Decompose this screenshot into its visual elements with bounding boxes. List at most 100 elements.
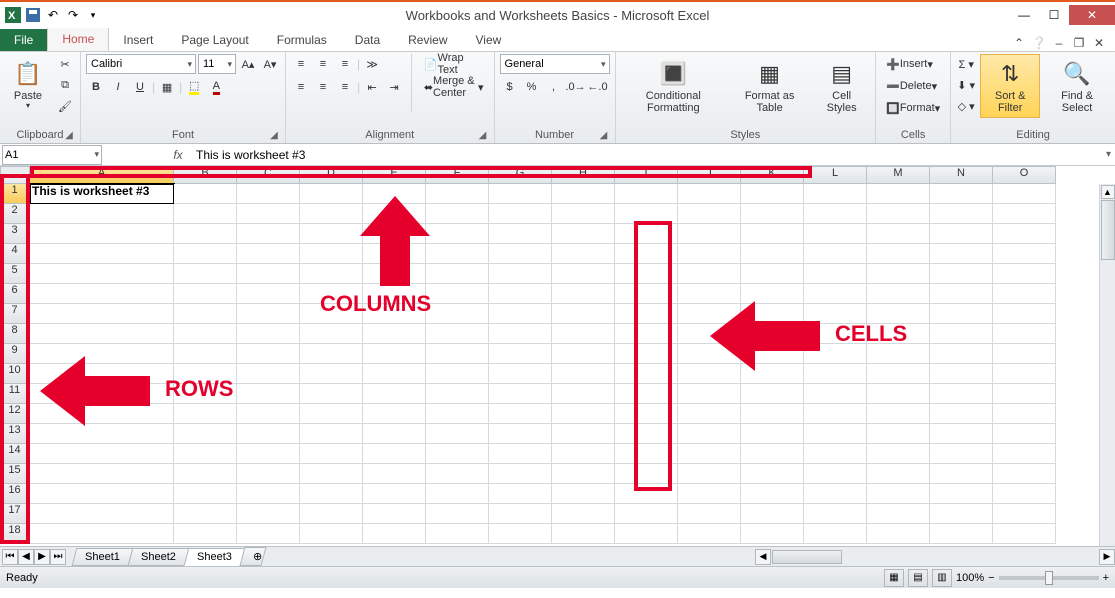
cell-M9[interactable]	[867, 344, 930, 364]
merge-center-button[interactable]: ⬌ Merge & Center ▾	[419, 77, 489, 97]
cell-M10[interactable]	[867, 364, 930, 384]
zoom-in-button[interactable]: +	[1103, 572, 1109, 584]
cell-G2[interactable]	[489, 204, 552, 224]
cell-I18[interactable]	[615, 524, 678, 544]
tab-page-layout[interactable]: Page Layout	[167, 29, 262, 51]
cell-E12[interactable]	[363, 404, 426, 424]
format-painter-button[interactable]: 🖌	[55, 96, 75, 116]
cell-I3[interactable]	[615, 224, 678, 244]
cell-C17[interactable]	[237, 504, 300, 524]
column-header-G[interactable]: G	[489, 166, 552, 184]
cell-O5[interactable]	[993, 264, 1056, 284]
cell-I1[interactable]	[615, 184, 678, 204]
cell-C2[interactable]	[237, 204, 300, 224]
align-left-button[interactable]: ≡	[291, 77, 311, 97]
cell-A15[interactable]	[30, 464, 174, 484]
column-header-E[interactable]: E	[363, 166, 426, 184]
cell-N18[interactable]	[930, 524, 993, 544]
cell-J18[interactable]	[678, 524, 741, 544]
cell-O14[interactable]	[993, 444, 1056, 464]
doc-close-icon[interactable]: ✕	[1091, 35, 1107, 51]
cell-E3[interactable]	[363, 224, 426, 244]
maximize-button[interactable]: ☐	[1039, 5, 1069, 25]
clipboard-launcher-icon[interactable]: ◢	[63, 130, 75, 142]
column-header-O[interactable]: O	[993, 166, 1056, 184]
cell-G11[interactable]	[489, 384, 552, 404]
cell-M8[interactable]	[867, 324, 930, 344]
cell-L4[interactable]	[804, 244, 867, 264]
cell-A8[interactable]	[30, 324, 174, 344]
format-as-table-button[interactable]: ▦Format as Table	[730, 54, 809, 118]
cell-B18[interactable]	[174, 524, 237, 544]
cell-H2[interactable]	[552, 204, 615, 224]
tab-review[interactable]: Review	[394, 29, 461, 51]
cell-H10[interactable]	[552, 364, 615, 384]
page-layout-view-button[interactable]: ▤	[908, 569, 928, 587]
cell-D1[interactable]	[300, 184, 363, 204]
fill-button[interactable]: ⬇ ▾	[956, 75, 976, 95]
paste-button[interactable]: 📋 Paste ▾	[5, 54, 51, 115]
cell-N1[interactable]	[930, 184, 993, 204]
cell-J11[interactable]	[678, 384, 741, 404]
cell-H7[interactable]	[552, 304, 615, 324]
cell-C7[interactable]	[237, 304, 300, 324]
cell-B5[interactable]	[174, 264, 237, 284]
doc-minimize-icon[interactable]: –	[1051, 35, 1067, 51]
cell-H13[interactable]	[552, 424, 615, 444]
cell-D3[interactable]	[300, 224, 363, 244]
cell-M2[interactable]	[867, 204, 930, 224]
cell-A14[interactable]	[30, 444, 174, 464]
decrease-indent-button[interactable]: ⇤	[362, 77, 382, 97]
cell-N7[interactable]	[930, 304, 993, 324]
cell-L11[interactable]	[804, 384, 867, 404]
column-header-J[interactable]: J	[678, 166, 741, 184]
cell-F7[interactable]	[426, 304, 489, 324]
column-header-B[interactable]: B	[174, 166, 237, 184]
cell-G1[interactable]	[489, 184, 552, 204]
cell-A12[interactable]	[30, 404, 174, 424]
cell-E18[interactable]	[363, 524, 426, 544]
cell-I4[interactable]	[615, 244, 678, 264]
cell-A17[interactable]	[30, 504, 174, 524]
cell-K16[interactable]	[741, 484, 804, 504]
select-all-corner[interactable]	[0, 166, 30, 184]
horizontal-scrollbar[interactable]: ◀ ▶	[755, 549, 1115, 565]
cell-N11[interactable]	[930, 384, 993, 404]
cell-D9[interactable]	[300, 344, 363, 364]
cell-A4[interactable]	[30, 244, 174, 264]
cell-N10[interactable]	[930, 364, 993, 384]
expand-formula-bar-icon[interactable]: ▾	[1102, 149, 1115, 160]
cell-M11[interactable]	[867, 384, 930, 404]
sheet-tab-sheet2[interactable]: Sheet2	[127, 548, 189, 566]
comma-button[interactable]: ,	[544, 77, 564, 97]
cell-B17[interactable]	[174, 504, 237, 524]
cell-B3[interactable]	[174, 224, 237, 244]
row-header-6[interactable]: 6	[0, 284, 30, 304]
cell-B1[interactable]	[174, 184, 237, 204]
row-header-17[interactable]: 17	[0, 504, 30, 524]
cell-O2[interactable]	[993, 204, 1056, 224]
cell-K8[interactable]	[741, 324, 804, 344]
row-header-9[interactable]: 9	[0, 344, 30, 364]
cell-M7[interactable]	[867, 304, 930, 324]
cell-L16[interactable]	[804, 484, 867, 504]
cell-N9[interactable]	[930, 344, 993, 364]
cell-B8[interactable]	[174, 324, 237, 344]
vertical-scrollbar[interactable]: ▲	[1099, 184, 1115, 546]
decrease-decimal-button[interactable]: ←.0	[588, 77, 608, 97]
cell-L14[interactable]	[804, 444, 867, 464]
align-top-button[interactable]: ≡	[291, 54, 311, 74]
increase-decimal-button[interactable]: .0→	[566, 77, 586, 97]
column-header-H[interactable]: H	[552, 166, 615, 184]
sheet-tab-sheet1[interactable]: Sheet1	[72, 548, 134, 566]
close-button[interactable]: ✕	[1069, 5, 1115, 25]
cell-G18[interactable]	[489, 524, 552, 544]
row-header-1[interactable]: 1	[0, 184, 30, 204]
cell-M14[interactable]	[867, 444, 930, 464]
cell-E9[interactable]	[363, 344, 426, 364]
wrap-text-button[interactable]: 📄 Wrap Text	[419, 54, 489, 74]
cell-A16[interactable]	[30, 484, 174, 504]
cell-I6[interactable]	[615, 284, 678, 304]
cell-H1[interactable]	[552, 184, 615, 204]
name-box-dropdown-icon[interactable]: ▾	[94, 149, 99, 160]
